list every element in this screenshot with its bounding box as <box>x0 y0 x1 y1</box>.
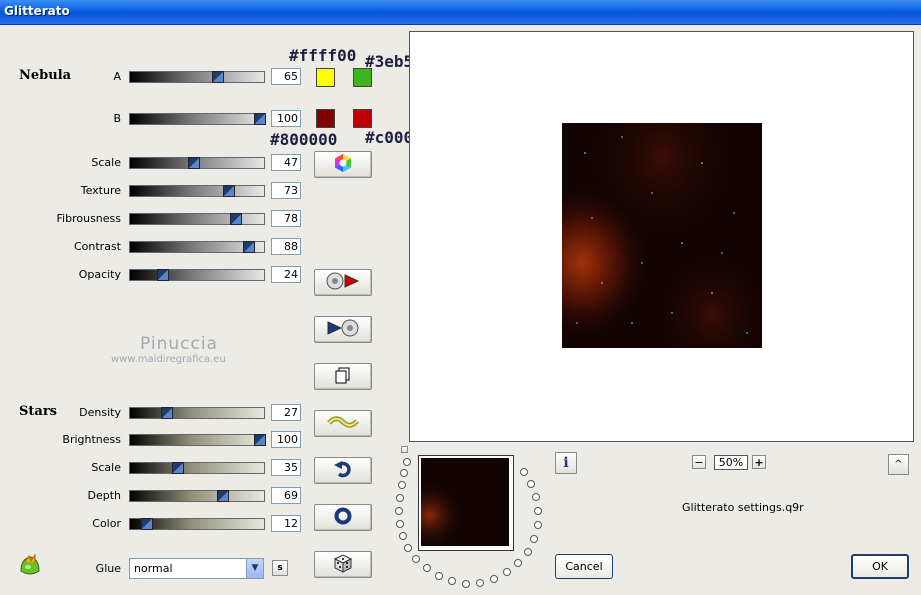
slider-value-field[interactable]: 24 <box>271 266 301 283</box>
slider-track[interactable] <box>129 462 265 474</box>
load-preset-button[interactable] <box>314 269 372 296</box>
collapse-button[interactable]: ^ <box>888 454 909 475</box>
slider-thumb[interactable] <box>222 185 235 197</box>
thumbnail-image <box>421 458 509 546</box>
slider-label: Opacity <box>78 268 121 281</box>
color-b1-swatch[interactable] <box>316 109 335 128</box>
randomize-wave-button[interactable] <box>314 410 372 437</box>
zoom-out-button[interactable]: − <box>692 455 706 469</box>
slider-thumb[interactable] <box>253 113 266 125</box>
color-a2-swatch[interactable] <box>353 68 372 87</box>
slider-value-field[interactable]: 88 <box>271 238 301 255</box>
slider-label: Density <box>79 406 121 419</box>
color-b2-swatch[interactable] <box>353 109 372 128</box>
slider-value-field[interactable]: 27 <box>271 404 301 421</box>
glue-select[interactable]: normal ▼ <box>129 558 264 579</box>
slider-thumb[interactable] <box>171 462 184 474</box>
color-b1-hex: #800000 <box>270 130 338 149</box>
watermark-name: Pinuccia <box>140 334 218 354</box>
slider-label: Fibrousness <box>56 212 121 225</box>
color-a1-swatch[interactable] <box>316 68 335 87</box>
slider-thumb[interactable] <box>217 490 230 502</box>
ring-button[interactable] <box>314 504 372 531</box>
slider-value-field[interactable]: 47 <box>271 154 301 171</box>
slider-track[interactable] <box>129 490 265 502</box>
wave-icon <box>327 413 359 434</box>
navigator-thumbnail[interactable] <box>418 455 514 551</box>
chevron-down-icon[interactable]: ▼ <box>246 559 263 578</box>
glue-label: Glue <box>95 562 121 575</box>
slider-track[interactable] <box>129 113 266 125</box>
slider-label: Contrast <box>73 240 121 253</box>
slider-thumb[interactable] <box>157 269 170 281</box>
slider-thumb[interactable] <box>212 71 225 83</box>
slider-track[interactable] <box>129 185 265 197</box>
disc-load-icon <box>326 272 360 293</box>
slider-track[interactable] <box>129 269 265 281</box>
slider-value-field[interactable]: 12 <box>271 515 301 532</box>
zoom-in-button[interactable]: + <box>752 455 766 469</box>
ok-button[interactable]: OK <box>851 554 909 579</box>
slider-value-field[interactable]: 35 <box>271 459 301 476</box>
save-preset-button[interactable] <box>314 316 372 343</box>
slider-value-field[interactable]: 65 <box>271 68 301 85</box>
undo-icon <box>333 459 353 482</box>
slider-label: Scale <box>91 156 121 169</box>
slider-value-field[interactable]: 78 <box>271 210 301 227</box>
slider-thumb[interactable] <box>253 434 266 446</box>
slider-label: Scale <box>91 461 121 474</box>
slider-thumb[interactable] <box>187 157 200 169</box>
watermark-url: www.maidiregrafica.eu <box>111 354 226 365</box>
slider-label: Texture <box>80 184 121 197</box>
slider-label: Brightness <box>62 433 121 446</box>
slider-label: B <box>113 112 121 125</box>
slider-thumb[interactable] <box>141 518 154 530</box>
window-title: Glitterato <box>4 4 70 18</box>
slider-track[interactable] <box>129 71 265 83</box>
info-button[interactable]: i <box>555 452 577 474</box>
copy-button[interactable] <box>314 363 372 390</box>
undo-button[interactable] <box>314 457 372 484</box>
cancel-button[interactable]: Cancel <box>555 554 613 579</box>
slider-label: Color <box>92 517 121 530</box>
preview-image <box>562 123 762 348</box>
slider-track[interactable] <box>129 407 265 419</box>
preset-filename: Glitterato settings.q9r <box>682 501 804 514</box>
color-wheel-button[interactable] <box>314 151 372 178</box>
glue-small-button[interactable]: s <box>272 560 288 576</box>
ring-icon <box>333 506 353 529</box>
slider-track[interactable] <box>129 434 266 446</box>
slider-track[interactable] <box>129 518 265 530</box>
slider-value-field[interactable]: 100 <box>271 431 301 448</box>
title-bar: Glitterato <box>0 0 921 25</box>
color-a1-hex: #ffff00 <box>289 46 357 65</box>
slider-track[interactable] <box>129 157 265 169</box>
slider-label: A <box>113 70 121 83</box>
zoom-level: 50% <box>714 455 748 470</box>
slider-value-field[interactable]: 73 <box>271 182 301 199</box>
slider-thumb[interactable] <box>242 241 255 253</box>
slider-value-field[interactable]: 100 <box>271 110 301 127</box>
slider-value-field[interactable]: 69 <box>271 487 301 504</box>
random-dice-button[interactable] <box>314 551 372 578</box>
copy-icon <box>334 366 352 387</box>
slider-track[interactable] <box>129 213 265 225</box>
slider-thumb[interactable] <box>161 407 174 419</box>
glue-value: normal <box>134 562 173 575</box>
slider-track[interactable] <box>129 241 265 253</box>
info-icon: i <box>563 455 569 471</box>
dice-icon <box>332 553 354 576</box>
slider-thumb[interactable] <box>229 213 242 225</box>
slider-label: Depth <box>87 489 121 502</box>
color-wheel-icon <box>333 153 353 176</box>
disc-save-icon <box>326 319 360 340</box>
preview-panel <box>409 31 914 442</box>
